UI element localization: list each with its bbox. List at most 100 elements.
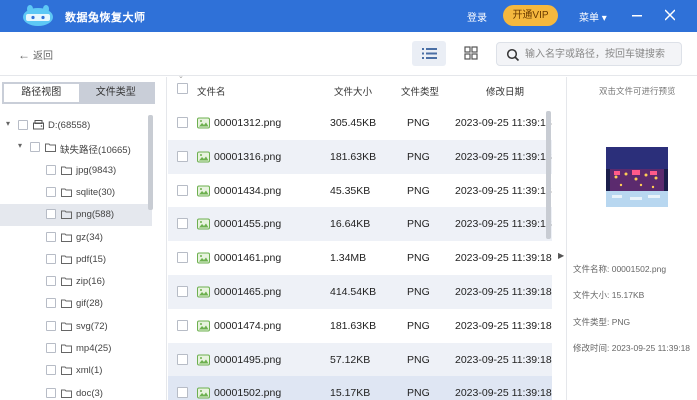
column-header-size[interactable]: 文件大小 (334, 84, 372, 98)
file-row[interactable]: 00001474.png 181.63KB PNG 2023-09-25 11:39:… (168, 309, 552, 343)
tree-item[interactable]: gif(28) (0, 293, 152, 315)
preview-panel: 双击文件可进行预览 文件名称: 00001502.png 文件大小: 15.17… (566, 77, 697, 400)
tree-item[interactable]: gz(34) (0, 227, 152, 249)
tree-checkbox[interactable] (46, 209, 56, 220)
tree-item-label: jpg(9843) (76, 164, 117, 176)
file-checkbox[interactable] (177, 150, 188, 162)
collapse-preview-icon[interactable]: ▶ (558, 251, 564, 260)
grid-view-button[interactable] (456, 41, 486, 66)
file-size: 305.45KB (330, 117, 377, 129)
image-file-icon (197, 252, 210, 264)
tree-checkbox[interactable] (30, 142, 40, 153)
tree-item[interactable]: png(588) (0, 204, 152, 227)
file-checkbox[interactable] (177, 218, 188, 230)
file-row[interactable]: 00001312.png 305.45KB PNG 2023-09-25 11:39:… (168, 106, 552, 140)
tree-item[interactable]: mp4(25) (0, 338, 152, 360)
file-checkbox[interactable] (177, 353, 188, 365)
tree-checkbox[interactable] (46, 365, 56, 376)
file-row[interactable]: 00001495.png 57.12KB PNG 2023-09-25 11:39:1… (168, 342, 552, 377)
app-logo-icon (23, 5, 53, 26)
arrow-left-icon: ← (18, 48, 30, 62)
tab-file-type[interactable]: 文件类型 (79, 84, 154, 102)
tree-checkbox[interactable] (46, 231, 56, 242)
image-file-icon (197, 286, 210, 298)
folder-icon (61, 233, 72, 242)
file-name: 00001455.png (214, 218, 282, 231)
tree-checkbox[interactable] (46, 164, 56, 175)
tree-item[interactable]: doc(3) (0, 383, 152, 400)
file-row[interactable]: 00001461.png 1.34MB PNG 2023-09-25 11:39:18 (168, 241, 552, 275)
file-date: 2023-09-25 11:39:18 (455, 353, 552, 366)
file-checkbox[interactable] (177, 286, 188, 297)
file-list: ⌄ 文件名 文件大小 文件类型 修改日期 00001312.png 305.45K… (168, 73, 552, 400)
tree-checkbox[interactable] (46, 320, 56, 331)
tree-checkbox[interactable] (46, 387, 56, 398)
file-name: 00001465.png (214, 286, 282, 298)
tree-item-label: zip(16) (76, 276, 106, 288)
tree-item[interactable]: zip(16) (0, 271, 152, 293)
chevron-down-icon[interactable]: ▾ (6, 119, 10, 128)
tree-item[interactable]: jpg(9843) (0, 160, 152, 182)
file-checkbox[interactable] (177, 387, 188, 399)
tree-item[interactable]: svg(72) (0, 316, 152, 338)
tab-path-view[interactable]: 路径视图 (4, 84, 79, 102)
list-view-button[interactable] (412, 41, 446, 66)
file-checkbox[interactable] (177, 117, 188, 128)
file-row[interactable]: 00001465.png 414.54KB PNG 2023-09-25 11:39:… (168, 275, 552, 309)
folder-icon (61, 166, 72, 175)
file-checkbox[interactable] (177, 184, 188, 196)
column-header-name[interactable]: 文件名 (197, 84, 226, 98)
tree-item[interactable]: ▾ D:(68558) (0, 115, 152, 137)
title-bar: 数据兔恢复大师 登录 开通VIP 菜单 ▾ (0, 0, 697, 32)
tree-checkbox[interactable] (46, 298, 56, 309)
close-icon[interactable] (663, 7, 677, 23)
tree-item-label: xml(1) (76, 365, 103, 377)
menu-button[interactable]: 菜单 ▾ (579, 9, 607, 24)
preview-file-name: 文件名称: 00001502.png (573, 264, 667, 274)
tree-checkbox[interactable] (46, 253, 56, 264)
search-icon[interactable] (506, 48, 520, 62)
app-title: 数据兔恢复大师 (65, 12, 146, 24)
column-header-type[interactable]: 文件类型 (401, 84, 439, 98)
tree-item-label: D:(68558) (48, 120, 91, 131)
file-row[interactable]: 00001434.png 45.35KB PNG 2023-09-25 11:39:1… (168, 174, 552, 208)
file-row[interactable]: 00001455.png 16.64KB PNG 2023-09-25 11:39:1… (168, 207, 552, 242)
view-tabs: 路径视图 文件类型 (2, 82, 155, 104)
file-size: 45.35KB (330, 184, 371, 197)
file-name: 00001474.png (214, 319, 282, 332)
open-vip-button[interactable]: 开通VIP (503, 5, 558, 26)
file-size: 57.12KB (330, 353, 371, 366)
file-type: PNG (407, 150, 430, 163)
folder-icon (61, 210, 72, 220)
file-row[interactable]: 00001316.png 181.63KB PNG 2023-09-25 11:39:… (168, 139, 552, 174)
tree-item[interactable]: sqlite(30) (0, 182, 152, 204)
sidebar-scrollbar[interactable] (148, 115, 153, 210)
file-name: 00001502.png (214, 387, 282, 400)
tree-item-label: pdf(15) (76, 253, 107, 265)
file-checkbox[interactable] (177, 319, 188, 331)
search-box (496, 42, 682, 66)
file-list-scrollbar[interactable] (546, 111, 551, 239)
file-checkbox[interactable] (177, 252, 188, 264)
minimize-icon[interactable] (630, 7, 644, 23)
back-button[interactable]: ← 返回 (18, 47, 53, 62)
file-name: 00001495.png (214, 353, 282, 366)
tree-checkbox[interactable] (18, 120, 28, 130)
file-name: 00001434.png (214, 184, 282, 197)
file-row[interactable]: 00001502.png 15.17KB PNG 2023-09-25 11:39:1… (168, 376, 552, 400)
tree-item[interactable]: ▾ 缺失路径(10665) (0, 137, 152, 159)
search-input[interactable] (525, 46, 677, 62)
tree-checkbox[interactable] (46, 343, 56, 353)
login-link[interactable]: 登录 (467, 9, 487, 24)
tree-item[interactable]: xml(1) (0, 360, 152, 382)
chevron-down-icon[interactable]: ▾ (18, 141, 22, 150)
tree-item[interactable]: pdf(15) (0, 249, 152, 271)
column-header-date[interactable]: 修改日期 (486, 84, 524, 98)
file-date: 2023-09-25 11:39:18 (455, 319, 552, 332)
file-date: 2023-09-25 11:39:18 (455, 218, 552, 231)
tree-checkbox[interactable] (46, 276, 56, 287)
select-all-checkbox[interactable] (177, 83, 188, 94)
tree-checkbox[interactable] (46, 186, 56, 197)
tree-item-label: gif(28) (76, 298, 103, 310)
sort-caret-icon[interactable]: ⌄ (178, 72, 184, 80)
